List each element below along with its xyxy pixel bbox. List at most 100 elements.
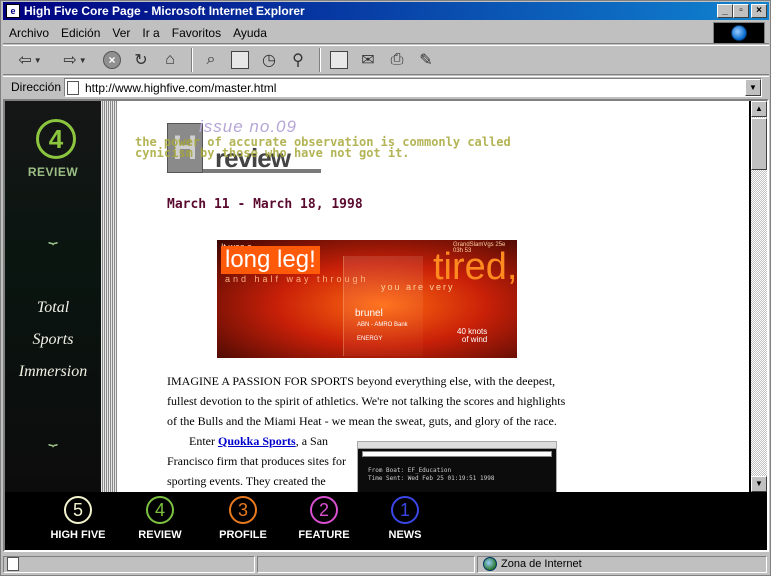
scroll-thumb[interactable] <box>751 118 767 170</box>
nav-label: FEATURE <box>298 529 350 541</box>
logo-bar <box>203 169 321 173</box>
hero-sponsor: brunel <box>355 308 383 319</box>
mail-button[interactable]: ✉ <box>355 48 381 72</box>
page-icon <box>67 80 79 95</box>
hero-energy: ENERGY <box>357 336 383 342</box>
article-text: Enter <box>189 434 218 448</box>
nav-number-ring: 4 <box>146 496 174 524</box>
fullscreen-button[interactable] <box>326 48 352 72</box>
back-arrow-icon: ⇦ <box>18 52 32 69</box>
scroll-up-button[interactable]: ▲ <box>751 101 767 117</box>
address-dropdown-button[interactable]: ▼ <box>745 79 761 96</box>
stop-button[interactable]: × <box>99 48 125 72</box>
window-title: High Five Core Page - Microsoft Internet… <box>24 4 305 18</box>
menu-edicion[interactable]: Edición <box>55 26 106 40</box>
status-pane-main <box>3 555 255 573</box>
bottom-nav: 5 HIGH FIVE 4 REVIEW 3 PROFILE 2 FEATURE… <box>5 492 767 550</box>
back-button[interactable]: ⇦ ▼ <box>9 48 51 72</box>
search-button[interactable]: ⌕ <box>198 48 224 72</box>
favorites-button[interactable] <box>227 48 253 72</box>
header-quote: the power of accurate observation is com… <box>135 135 511 160</box>
refresh-button[interactable]: ↻ <box>128 48 154 72</box>
nav-label: NEWS <box>388 529 422 541</box>
channels-button[interactable]: ⚲ <box>285 48 311 72</box>
ie-throbber <box>713 22 765 44</box>
address-input[interactable]: http://www.highfive.com/master.html ▼ <box>64 78 762 97</box>
browser-window: e High Five Core Page - Microsoft Intern… <box>0 0 771 576</box>
menu-ver[interactable]: Ver <box>106 26 136 40</box>
issue-number-ring[interactable]: 4 <box>36 119 76 159</box>
maximize-button[interactable]: ▫ <box>733 4 749 18</box>
forward-button[interactable]: ⇨ ▼ <box>54 48 96 72</box>
history-icon: ◷ <box>262 52 276 69</box>
window-controls: _ ▫ × <box>717 4 767 18</box>
toolbar-separator <box>191 48 193 72</box>
nav-section-immersion[interactable]: Immersion <box>5 363 101 381</box>
nav-news[interactable]: 1 NEWS <box>370 496 440 541</box>
toolbar-separator <box>319 48 321 72</box>
hero-text-long-leg: long leg! <box>221 246 320 274</box>
address-bar: Dirección http://www.highfive.com/master… <box>3 76 769 97</box>
inset-line: Time Sent: Wed Feb 25 01:19:51 1998 <box>368 475 495 482</box>
history-button[interactable]: ◷ <box>256 48 282 72</box>
back-dropdown-icon: ▼ <box>33 55 42 65</box>
menu-favoritos[interactable]: Favoritos <box>166 26 227 40</box>
scroll-down-button[interactable]: ▼ <box>751 476 767 492</box>
status-pane-zone: Zona de Internet <box>477 555 767 573</box>
hero-bank: ABN - AMRO Bank <box>357 322 408 328</box>
refresh-icon: ↻ <box>134 52 148 69</box>
brace-ornament-icon: ⏟ <box>48 225 58 244</box>
menu-ir-a[interactable]: Ir a <box>136 26 165 40</box>
address-label: Dirección <box>11 80 62 94</box>
menu-bar: Archivo Edición Ver Ir a Favoritos Ayuda <box>3 22 769 44</box>
mail-icon: ✉ <box>361 52 375 69</box>
nav-number-ring: 1 <box>391 496 419 524</box>
channels-icon: ⚲ <box>292 52 304 69</box>
nav-number-ring: 3 <box>229 496 257 524</box>
forward-arrow-icon: ⇨ <box>63 52 77 69</box>
vertical-scrollbar[interactable]: ▲ ▼ <box>751 101 767 492</box>
quokka-sports-link[interactable]: Quokka Sports <box>218 434 296 448</box>
nav-section-total[interactable]: Total <box>5 299 101 317</box>
hero-image: It was a long leg! GrandSlamVgs 25e 03h … <box>217 240 517 358</box>
brace-ornament-icon: ⏟ <box>48 427 58 446</box>
edit-icon: ✎ <box>419 52 433 69</box>
inset-address <box>362 451 552 457</box>
issue-label[interactable]: REVIEW <box>5 165 101 179</box>
nav-high-five[interactable]: 5 HIGH FIVE <box>43 496 113 541</box>
ie-app-icon: e <box>6 4 20 18</box>
close-button[interactable]: × <box>751 4 767 18</box>
home-icon: ⌂ <box>165 51 175 68</box>
stop-icon: × <box>103 51 121 69</box>
decorative-stripe <box>101 101 117 492</box>
issue-number: issue no.09 <box>199 117 297 136</box>
ie-globe-icon <box>731 25 747 41</box>
inset-screenshot: From Boat: EF_Education Time Sent: Wed F… <box>357 441 557 492</box>
hero-text-you-are: you are very <box>381 282 455 292</box>
nav-section-sports[interactable]: Sports <box>5 331 101 349</box>
minimize-button[interactable]: _ <box>717 4 733 18</box>
menu-archivo[interactable]: Archivo <box>3 26 55 40</box>
internet-zone-icon <box>483 557 497 571</box>
hero-sail-shape <box>343 256 423 356</box>
toolbar: ⇦ ▼ ⇨ ▼ × ↻ ⌂ ⌕ ◷ ⚲ ✉ ⎙ ✎ <box>3 45 769 75</box>
hero-text-halfway: and half way through <box>225 274 369 284</box>
nav-label: REVIEW <box>138 529 182 541</box>
edit-button[interactable]: ✎ <box>413 48 439 72</box>
nav-number-ring: 2 <box>310 496 338 524</box>
nav-label: HIGH FIVE <box>50 529 106 541</box>
favorites-icon <box>231 51 249 69</box>
hero-knots: 40 knots of wind <box>457 328 487 344</box>
print-button[interactable]: ⎙ <box>384 48 410 72</box>
inset-titlebar <box>358 442 556 449</box>
forward-dropdown-icon: ▼ <box>78 55 87 65</box>
web-viewport: 4 REVIEW ⏟ Total Sports Immersion ⏟ H is… <box>3 99 769 552</box>
status-bar: Zona de Internet <box>3 554 769 574</box>
nav-review[interactable]: 4 REVIEW <box>125 496 195 541</box>
issue-date: March 11 - March 18, 1998 <box>167 197 363 212</box>
menu-ayuda[interactable]: Ayuda <box>227 26 273 40</box>
page-done-icon <box>7 557 19 571</box>
home-button[interactable]: ⌂ <box>157 48 183 72</box>
nav-feature[interactable]: 2 FEATURE <box>289 496 359 541</box>
nav-profile[interactable]: 3 PROFILE <box>208 496 278 541</box>
